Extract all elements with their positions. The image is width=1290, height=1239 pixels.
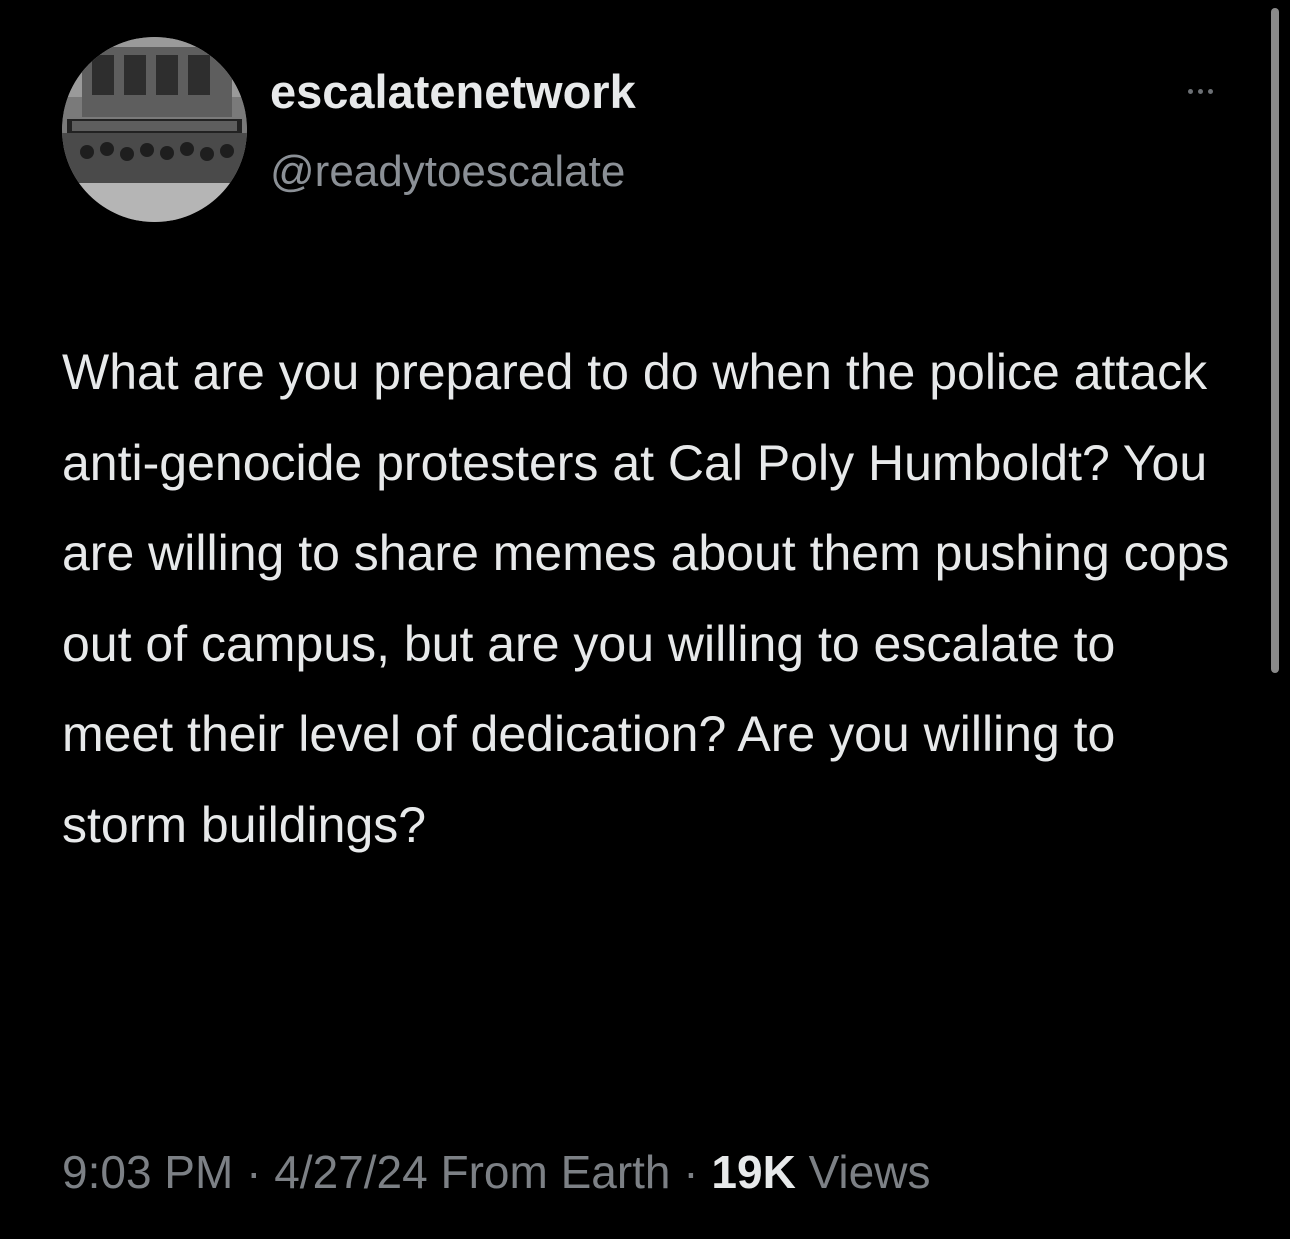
separator: · <box>246 1146 262 1198</box>
dot <box>1187 88 1193 94</box>
views-count: 19K <box>711 1146 796 1198</box>
views-label: Views <box>808 1146 931 1198</box>
tweet-source: From Earth <box>440 1146 671 1198</box>
tweet-text: What are you prepared to do when the pol… <box>62 344 1244 853</box>
tweet-meta: 9:03 PM · 4/27/24 From Earth · 19K Views <box>62 1140 930 1204</box>
avatar-image <box>62 37 247 222</box>
avatar[interactable] <box>62 37 247 222</box>
tweet-time[interactable]: 9:03 PM <box>62 1146 233 1198</box>
user-handle[interactable]: @readytoescalate <box>270 142 625 202</box>
display-name[interactable]: escalatenetwork <box>270 62 636 122</box>
dot <box>1197 88 1203 94</box>
separator: · <box>683 1146 699 1198</box>
dot <box>1207 88 1213 94</box>
scrollbar[interactable] <box>1271 8 1279 673</box>
tweet-date[interactable]: 4/27/24 <box>274 1146 427 1198</box>
more-options-icon[interactable] <box>1172 76 1228 106</box>
